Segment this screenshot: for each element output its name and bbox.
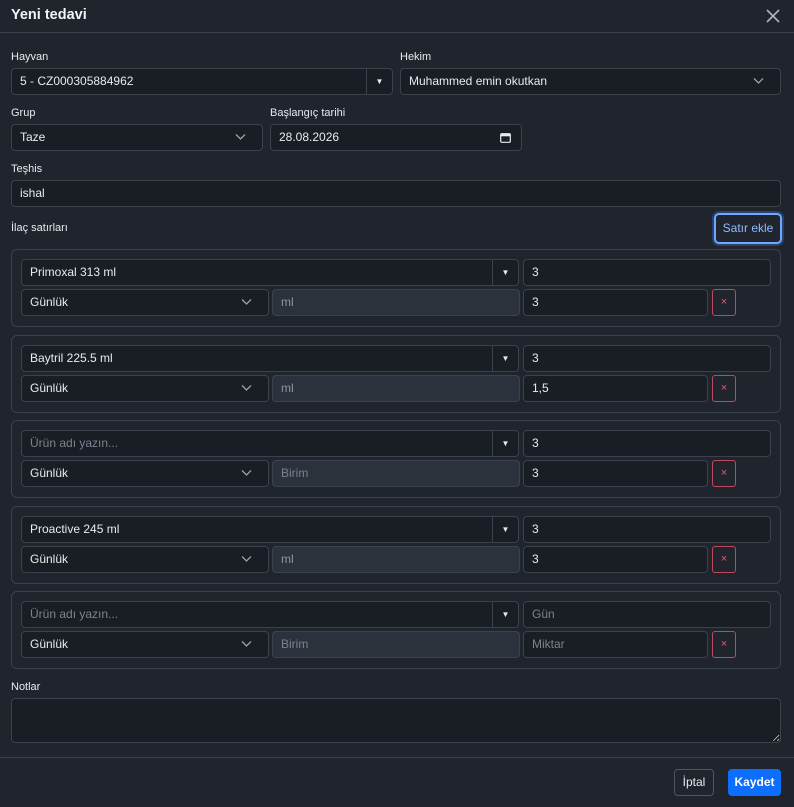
save-button[interactable]: Kaydet (728, 769, 781, 796)
unit-field: ml (272, 289, 520, 316)
quantity-input[interactable]: 3 (523, 546, 708, 573)
diagnosis-label: Teşhis (11, 163, 43, 175)
chevron-down-icon (241, 385, 252, 391)
group-label: Grup (11, 107, 36, 119)
days-input[interactable]: Gün (523, 601, 771, 628)
product-value: Proactive 245 ml (30, 522, 120, 536)
med-lines-label: İlaç satırları (11, 222, 68, 234)
unit-value: ml (281, 381, 294, 395)
product-select[interactable]: Ürün adı yazın... ▼ (21, 601, 519, 628)
days-value: 3 (532, 265, 539, 279)
chevron-down-icon (235, 134, 246, 140)
product-select[interactable]: Primoxal 313 ml ▼ (21, 259, 519, 286)
calendar-icon[interactable] (500, 132, 511, 143)
quantity-input[interactable]: 1,5 (523, 375, 708, 402)
diagnosis-input[interactable]: ishal (11, 180, 781, 207)
days-value: 3 (532, 351, 539, 365)
product-select[interactable]: Proactive 245 ml ▼ (21, 516, 519, 543)
chevron-down-icon (241, 299, 252, 305)
unit-value: Birim (281, 466, 309, 480)
quantity-input[interactable]: 3 (523, 460, 708, 487)
unit-value: ml (281, 552, 294, 566)
group-select[interactable]: Taze (11, 124, 263, 151)
unit-field: Birim (272, 631, 520, 658)
animal-label: Hayvan (11, 51, 49, 63)
frequency-select[interactable]: Günlük (21, 289, 269, 316)
days-value: 3 (532, 522, 539, 536)
days-input[interactable]: 3 (523, 259, 771, 286)
start-date-input[interactable]: 28.08.2026 (270, 124, 522, 151)
delete-row-button[interactable]: × (712, 460, 736, 487)
group-value: Taze (20, 130, 46, 144)
unit-field: ml (272, 375, 520, 402)
days-value: Gün (532, 607, 555, 621)
dialog-title: Yeni tedavi (11, 7, 87, 23)
notes-label: Notlar (11, 681, 41, 693)
product-caret-icon[interactable]: ▼ (492, 517, 518, 542)
notes-textarea[interactable] (11, 698, 781, 743)
chevron-down-icon (241, 470, 252, 476)
quantity-input[interactable]: Miktar (523, 631, 708, 658)
product-select[interactable]: Ürün adı yazın... ▼ (21, 430, 519, 457)
delete-row-button[interactable]: × (712, 289, 736, 316)
footer-divider (0, 757, 794, 758)
unit-value: ml (281, 295, 294, 309)
unit-value: Birim (281, 637, 309, 651)
frequency-select[interactable]: Günlük (21, 546, 269, 573)
product-caret-icon[interactable]: ▼ (492, 346, 518, 371)
product-value: Ürün adı yazın... (30, 607, 119, 621)
frequency-select[interactable]: Günlük (21, 460, 269, 487)
animal-select[interactable]: 5 - CZ000305884962 ▼ (11, 68, 393, 95)
cancel-button[interactable]: İptal (674, 769, 714, 796)
quantity-value: 3 (532, 552, 539, 566)
product-select[interactable]: Baytril 225.5 ml ▼ (21, 345, 519, 372)
delete-row-button[interactable]: × (712, 375, 736, 402)
unit-field: ml (272, 546, 520, 573)
frequency-select[interactable]: Günlük (21, 631, 269, 658)
close-icon[interactable] (762, 5, 784, 27)
days-input[interactable]: 3 (523, 430, 771, 457)
vet-value: Muhammed emin okutkan (409, 74, 548, 88)
quantity-value: 3 (532, 466, 539, 480)
product-caret-icon[interactable]: ▼ (492, 431, 518, 456)
days-input[interactable]: 3 (523, 516, 771, 543)
quantity-value: 1,5 (532, 381, 549, 395)
frequency-value: Günlük (30, 295, 69, 309)
frequency-value: Günlük (30, 552, 69, 566)
frequency-value: Günlük (30, 637, 69, 651)
animal-value: 5 - CZ000305884962 (20, 74, 134, 88)
chevron-down-icon (241, 641, 252, 647)
frequency-select[interactable]: Günlük (21, 375, 269, 402)
delete-row-button[interactable]: × (712, 546, 736, 573)
days-value: 3 (532, 436, 539, 450)
quantity-value: 3 (532, 295, 539, 309)
quantity-input[interactable]: 3 (523, 289, 708, 316)
delete-row-button[interactable]: × (712, 631, 736, 658)
unit-field: Birim (272, 460, 520, 487)
product-caret-icon[interactable]: ▼ (492, 260, 518, 285)
frequency-value: Günlük (30, 466, 69, 480)
animal-caret-icon[interactable]: ▼ (366, 69, 392, 94)
add-row-button[interactable]: Satır ekle (714, 213, 782, 244)
start-date-value: 28.08.2026 (279, 130, 340, 144)
product-value: Baytril 225.5 ml (30, 351, 113, 365)
chevron-down-icon (753, 78, 764, 84)
product-value: Ürün adı yazın... (30, 436, 119, 450)
product-value: Primoxal 313 ml (30, 265, 117, 279)
frequency-value: Günlük (30, 381, 69, 395)
dialog-header: Yeni tedavi (0, 0, 794, 33)
days-input[interactable]: 3 (523, 345, 771, 372)
vet-label: Hekim (400, 51, 432, 63)
start-date-label: Başlangıç tarihi (270, 107, 346, 119)
diagnosis-value: ishal (20, 186, 45, 200)
chevron-down-icon (241, 556, 252, 562)
vet-select[interactable]: Muhammed emin okutkan (400, 68, 781, 95)
product-caret-icon[interactable]: ▼ (492, 602, 518, 627)
quantity-value: Miktar (532, 637, 565, 651)
